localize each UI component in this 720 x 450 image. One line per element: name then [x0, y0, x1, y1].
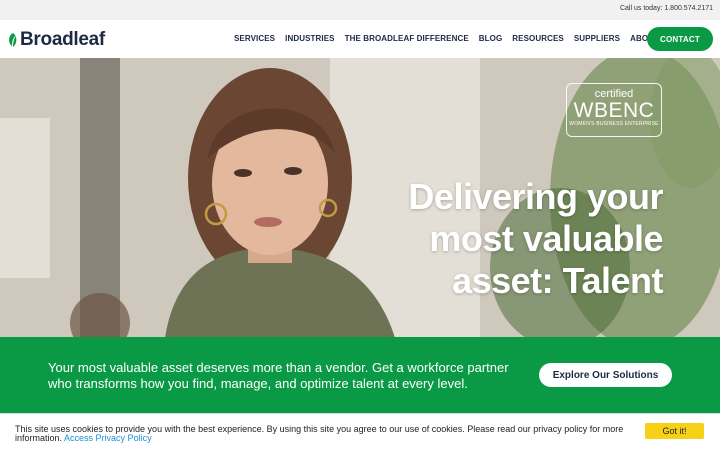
nav-broadleaf-difference[interactable]: THE BROADLEAF DIFFERENCE — [345, 34, 469, 43]
hero-banner: certified WBENC WOMEN'S BUSINESS ENTERPR… — [0, 58, 720, 338]
privacy-policy-link[interactable]: Access Privacy Policy — [64, 433, 152, 443]
badge-subtitle: WOMEN'S BUSINESS ENTERPRISE — [569, 121, 659, 127]
value-proposition-band: Your most valuable asset deserves more t… — [0, 337, 720, 413]
nav-services[interactable]: SERVICES — [234, 34, 275, 43]
badge-wbenc-text: WBENC — [573, 99, 655, 122]
leaf-icon — [7, 32, 19, 48]
contact-button[interactable]: CONTACT — [647, 27, 713, 51]
nav-resources[interactable]: RESOURCES — [512, 34, 564, 43]
logo-wordmark: Broadleaf — [20, 29, 105, 50]
cookie-banner: This site uses cookies to provide you wi… — [0, 413, 720, 450]
broadleaf-logo[interactable]: Broadleaf — [7, 28, 105, 52]
top-utility-bar: Call us today: 1.800.574.2171 — [0, 0, 720, 20]
value-proposition-text: Your most valuable asset deserves more t… — [48, 360, 509, 391]
cookie-accept-button[interactable]: Got it! — [645, 423, 704, 439]
explore-solutions-button[interactable]: Explore Our Solutions — [539, 363, 672, 387]
hero-headline-line-1: Delivering your — [408, 176, 663, 217]
nav-suppliers[interactable]: SUPPLIERS — [574, 34, 620, 43]
hero-headline: Delivering your most valuable asset: Tal… — [343, 176, 663, 302]
wbenc-certified-badge: certified WBENC WOMEN'S BUSINESS ENTERPR… — [566, 83, 662, 137]
site-header: Broadleaf SERVICES INDUSTRIES THE BROADL… — [0, 20, 720, 58]
call-us-text[interactable]: Call us today: 1.800.574.2171 — [620, 5, 713, 12]
hero-headline-line-2: most valuable — [429, 218, 663, 259]
nav-industries[interactable]: INDUSTRIES — [285, 34, 334, 43]
cookie-message: This site uses cookies to provide you wi… — [15, 425, 635, 443]
main-nav: SERVICES INDUSTRIES THE BROADLEAF DIFFER… — [234, 34, 669, 43]
hero-headline-line-3: asset: Talent — [452, 260, 663, 301]
nav-blog[interactable]: BLOG — [479, 34, 503, 43]
